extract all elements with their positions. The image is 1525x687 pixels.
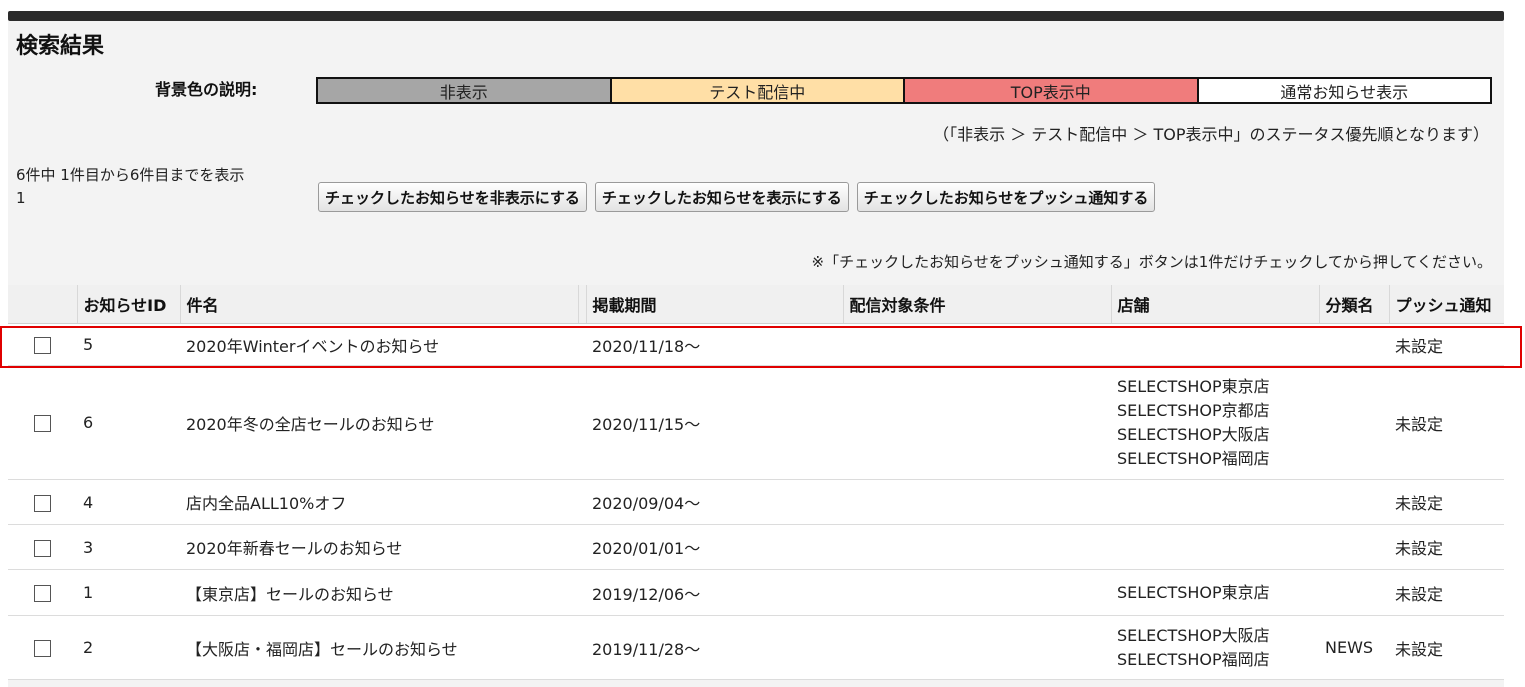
pagination-page-1[interactable]: 1 [16, 187, 306, 210]
bulk-action-buttons: チェックしたお知らせを非表示にする チェックしたお知らせを表示にする チェックし… [318, 182, 1156, 212]
row-stores: SELECTSHOP大阪店 SELECTSHOP福岡店 [1111, 615, 1319, 680]
row-condition [843, 479, 1111, 525]
row-checkbox[interactable] [34, 640, 51, 657]
store-name: SELECTSHOP福岡店 [1117, 448, 1270, 468]
row-push-status: 未設定 [1389, 615, 1504, 680]
row-checkbox[interactable] [34, 539, 51, 557]
row-period: 2019/11/28〜 [586, 615, 843, 680]
row-push-status: 未設定 [1389, 365, 1504, 480]
row-title[interactable]: 2020年冬の全店セールのお知らせ [180, 365, 578, 480]
row-checkbox[interactable] [34, 494, 51, 512]
result-count: 6件中 1件目から6件目までを表示 1 [16, 164, 306, 210]
row-title[interactable]: 店内全品ALL10%オフ [180, 479, 578, 525]
col-id-header[interactable]: お知らせID [77, 285, 181, 324]
row-category [1319, 479, 1389, 525]
store-name: SELECTSHOP東京店 [1117, 582, 1270, 602]
row-checkbox[interactable] [34, 415, 51, 432]
legend-normal-display: 通常お知らせ表示 [1198, 79, 1490, 102]
row-title[interactable]: 【東京店】セールのお知らせ [180, 569, 578, 616]
highlighted-row-outline [0, 326, 1522, 368]
page-title: 検索結果 [16, 34, 105, 59]
legend-top-display: TOP表示中 [905, 79, 1199, 102]
row-condition [843, 569, 1111, 616]
store-name: SELECTSHOP京都店 [1117, 400, 1270, 420]
result-count-text: 6件中 1件目から6件目までを表示 [16, 166, 245, 184]
store-name: SELECTSHOP大阪店 [1117, 424, 1270, 444]
row-id: 1 [77, 569, 180, 616]
table-row[interactable]: 2 【大阪店・福岡店】セールのお知らせ 2019/11/28〜 SELECTSH… [8, 615, 1504, 680]
col-condition-header[interactable]: 配信対象条件 [843, 285, 1112, 324]
row-condition [843, 615, 1111, 680]
col-store-header[interactable]: 店舗 [1111, 285, 1320, 324]
col-category-header[interactable]: 分類名 [1319, 285, 1390, 324]
row-category [1319, 524, 1389, 570]
table-row[interactable]: 1 【東京店】セールのお知らせ 2019/12/06〜 SELECTSHOP東京… [8, 569, 1504, 616]
row-push-status: 未設定 [1389, 524, 1504, 570]
table-row[interactable]: 4 店内全品ALL10%オフ 2020/09/04〜 未設定 [8, 479, 1504, 525]
store-name: SELECTSHOP大阪店 [1117, 625, 1270, 645]
row-condition [843, 365, 1111, 480]
col-push-header[interactable]: プッシュ通知 [1389, 285, 1504, 324]
col-spacer-header [578, 285, 587, 324]
row-title[interactable]: 2020年新春セールのお知らせ [180, 524, 578, 570]
panel-top-bar [8, 11, 1504, 21]
col-period-header[interactable]: 掲載期間 [586, 285, 844, 324]
row-id: 6 [77, 365, 180, 480]
row-category: NEWS [1319, 615, 1389, 680]
row-id: 3 [77, 524, 180, 570]
col-checkbox-header [8, 285, 78, 324]
row-stores [1111, 524, 1319, 570]
store-name: SELECTSHOP東京店 [1117, 376, 1270, 396]
row-id: 4 [77, 479, 180, 525]
hide-checked-button[interactable]: チェックしたお知らせを非表示にする [318, 182, 587, 212]
push-usage-note: ※「チェックしたお知らせをプッシュ通知する」ボタンは1件だけチェックしてから押し… [811, 253, 1492, 271]
row-period: 2020/11/15〜 [586, 365, 843, 480]
push-checked-button[interactable]: チェックしたお知らせをプッシュ通知する [856, 182, 1156, 212]
table-header-row: お知らせID 件名 掲載期間 配信対象条件 店舗 分類名 プッシュ通知 [8, 285, 1504, 324]
legend-hidden: 非表示 [318, 79, 612, 102]
row-stores [1111, 479, 1319, 525]
row-stores: SELECTSHOP東京店 SELECTSHOP京都店 SELECTSHOP大阪… [1111, 365, 1319, 480]
row-period: 2020/01/01〜 [586, 524, 843, 570]
row-push-status: 未設定 [1389, 569, 1504, 616]
row-category [1319, 569, 1389, 616]
row-title[interactable]: 【大阪店・福岡店】セールのお知らせ [180, 615, 578, 680]
row-stores: SELECTSHOP東京店 [1111, 569, 1319, 616]
background-color-legend: 非表示 テスト配信中 TOP表示中 通常お知らせ表示 [316, 77, 1492, 104]
table-row[interactable]: 6 2020年冬の全店セールのお知らせ 2020/11/15〜 SELECTSH… [8, 365, 1504, 480]
col-title-header[interactable]: 件名 [180, 285, 579, 324]
row-period: 2020/09/04〜 [586, 479, 843, 525]
row-condition [843, 524, 1111, 570]
row-period: 2019/12/06〜 [586, 569, 843, 616]
legend-test-delivery: テスト配信中 [611, 79, 905, 102]
store-name: SELECTSHOP福岡店 [1117, 649, 1270, 669]
row-id: 2 [77, 615, 180, 680]
row-category [1319, 365, 1389, 480]
show-checked-button[interactable]: チェックしたお知らせを表示にする [594, 182, 849, 212]
row-push-status: 未設定 [1389, 479, 1504, 525]
row-checkbox[interactable] [34, 585, 51, 602]
status-priority-note: （「非表示 ＞ テスト配信中 ＞ TOP表示中」のステータス優先順となります） [933, 125, 1489, 144]
legend-label: 背景色の説明: [155, 80, 258, 99]
table-row[interactable]: 3 2020年新春セールのお知らせ 2020/01/01〜 未設定 [8, 524, 1504, 570]
